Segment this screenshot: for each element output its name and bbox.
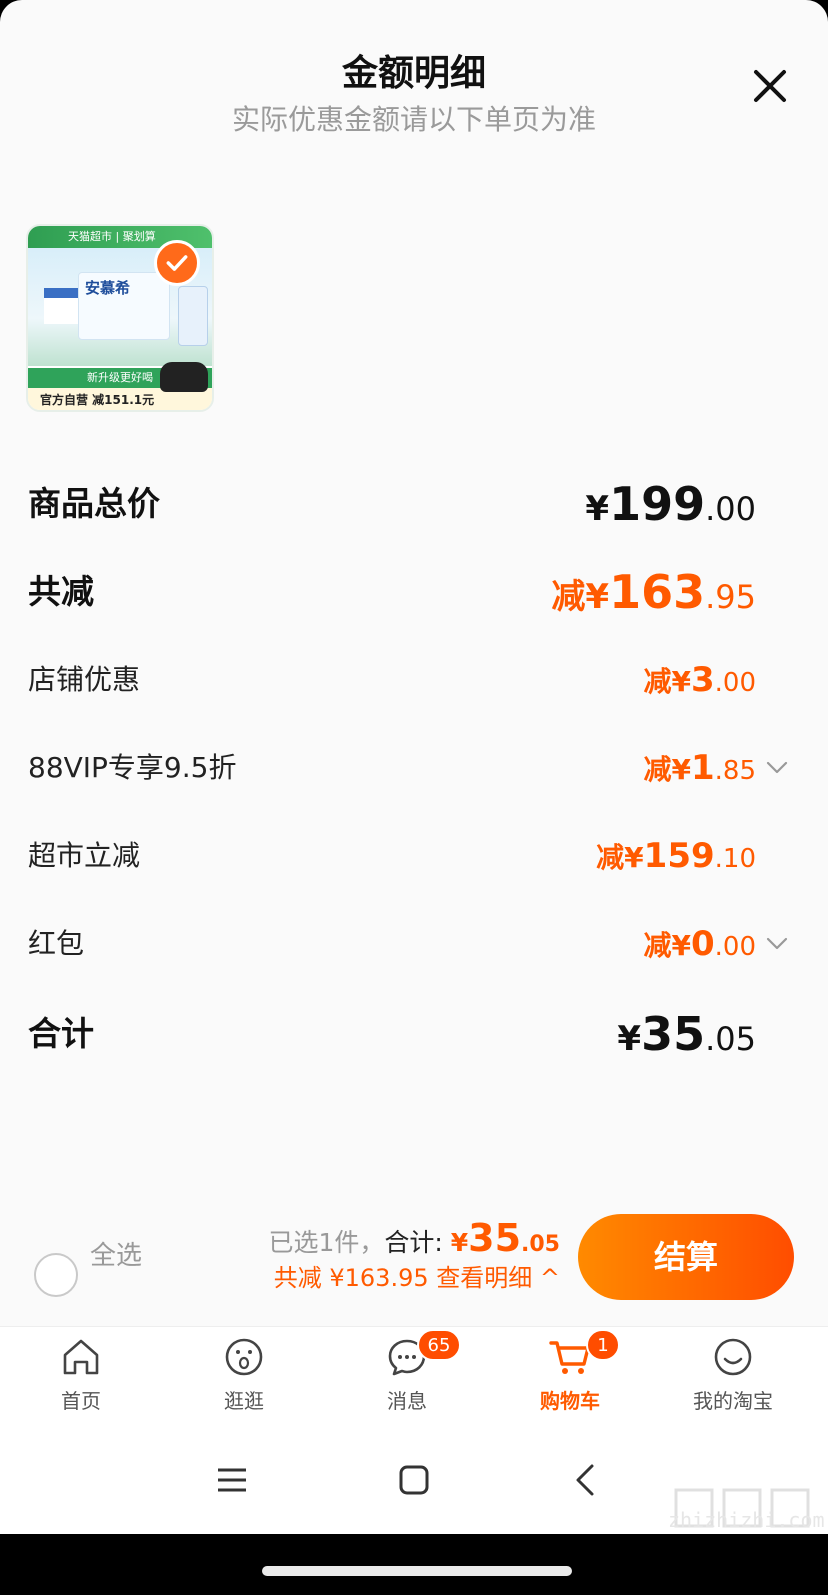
row-vip-discount[interactable]: 88VIP专享9.5折 减¥1.85 <box>28 738 798 798</box>
product-thumbnail[interactable]: 天猫超市 | 聚划算 安慕希 新升级更好喝 官方自营 减151.1元 <box>26 224 214 412</box>
redpacket-value: 减¥0.00 <box>643 924 756 964</box>
store-discount-label: 店铺优惠 <box>28 663 141 696</box>
checkout-button[interactable]: 结算 <box>578 1214 794 1300</box>
amount-detail-sheet: 金额明细 实际优惠金额请以下单页为准 天猫超市 | 聚划算 安慕希 新升级更好喝… <box>0 0 828 1534</box>
sum-int: 35 <box>468 1216 522 1260</box>
select-all-label[interactable]: 全选 <box>90 1236 142 1276</box>
tab-home-label: 首页 <box>61 1389 101 1413</box>
thumb-brand-text: 安慕希 <box>85 279 131 297</box>
stroll-icon <box>225 1338 263 1376</box>
selected-check-icon[interactable] <box>154 240 200 286</box>
tab-home[interactable]: 首页 <box>11 1327 151 1427</box>
market-discount-label: 超市立减 <box>28 839 141 872</box>
home-icon <box>63 1339 99 1375</box>
discount-total-value: 减¥163.95 <box>551 565 756 619</box>
discount-total-label: 共减 <box>28 572 94 611</box>
chevron-down-icon[interactable] <box>764 930 790 956</box>
home-indicator[interactable] <box>262 1566 572 1576</box>
tab-my-taobao-label: 我的淘宝 <box>693 1389 773 1413</box>
sum-dec: .05 <box>521 1232 560 1257</box>
row-sum: 合计 ¥35.05 <box>28 1004 798 1064</box>
menu-icon[interactable] <box>202 1450 262 1510</box>
select-all-radio[interactable] <box>34 1253 78 1297</box>
row-redpacket[interactable]: 红包 减¥0.00 <box>28 914 798 974</box>
close-icon[interactable] <box>750 66 790 106</box>
tab-stroll-label: 逛逛 <box>224 1389 264 1413</box>
total-price-value: ¥199.00 <box>585 477 756 531</box>
total-price-label: 商品总价 <box>28 484 160 523</box>
home-square-icon[interactable] <box>384 1450 444 1510</box>
watermark-text: zhizhizhi.com <box>668 1508 825 1532</box>
tmall-cat-icon <box>160 362 208 392</box>
view-detail-link[interactable]: 共减 ¥163.95 查看明细 ^ <box>274 1260 560 1296</box>
thumb-product-box: 安慕希 <box>78 272 170 340</box>
tab-my-taobao[interactable]: 我的淘宝 <box>663 1327 803 1427</box>
row-market-discount: 超市立减 减¥159.10 <box>28 826 798 886</box>
bottom-tab-bar: 首页 逛逛 65 消息 1 购物车 我的淘宝 <box>0 1326 828 1426</box>
sum-value: ¥35.05 <box>617 1007 756 1061</box>
back-icon[interactable] <box>556 1450 616 1510</box>
chevron-down-icon[interactable] <box>764 754 790 780</box>
messages-badge: 65 <box>417 1329 461 1361</box>
market-discount-value: 减¥159.10 <box>596 836 756 876</box>
thumb-product-bottle <box>178 286 208 346</box>
store-discount-value: 减¥3.00 <box>643 660 756 700</box>
sum-currency: ¥ <box>450 1228 469 1257</box>
cart-badge: 1 <box>586 1329 620 1361</box>
sheet-subtitle: 实际优惠金额请以下单页为准 <box>231 103 596 136</box>
tab-messages[interactable]: 65 消息 <box>337 1327 477 1427</box>
vip-discount-value: 减¥1.85 <box>643 748 756 788</box>
tab-stroll[interactable]: 逛逛 <box>174 1327 314 1427</box>
sheet-title: 金额明细 <box>341 53 486 94</box>
tab-cart[interactable]: 1 购物车 <box>500 1327 640 1427</box>
sum-label: 合计 <box>28 1014 94 1053</box>
tab-messages-label: 消息 <box>387 1389 427 1413</box>
row-discount-total: 共减 减¥163.95 <box>28 562 798 622</box>
profile-icon <box>714 1338 752 1376</box>
sum-label-text: 合计: <box>384 1228 451 1257</box>
row-total-price: 商品总价 ¥199.00 <box>28 474 798 534</box>
row-store-discount: 店铺优惠 减¥3.00 <box>28 650 798 710</box>
vip-discount-label: 88VIP专享9.5折 <box>28 751 237 784</box>
selected-count-text: 已选1件， <box>268 1228 385 1257</box>
tab-cart-label: 购物车 <box>540 1389 600 1413</box>
redpacket-label: 红包 <box>28 927 85 960</box>
